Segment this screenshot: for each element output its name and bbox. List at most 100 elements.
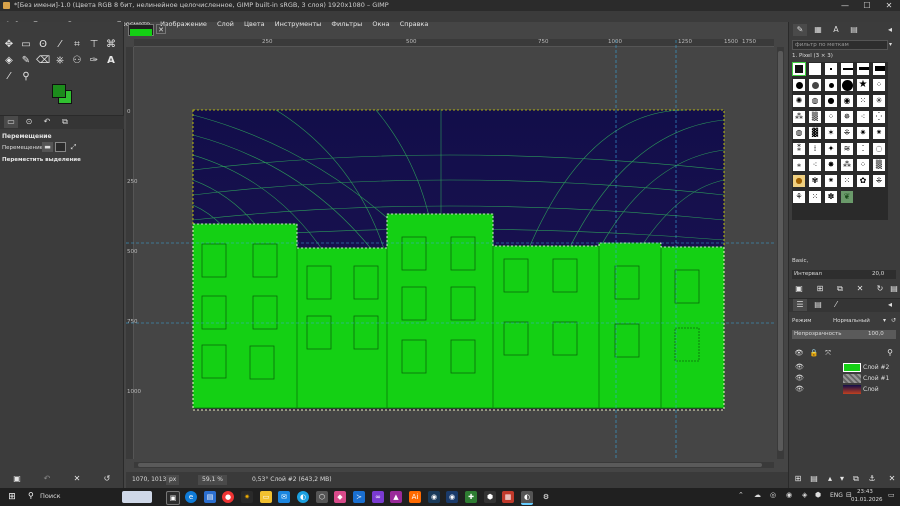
menu-windows[interactable]: Окна: [372, 19, 389, 30]
warp-icon[interactable]: ⌘: [104, 38, 118, 52]
brush-pixel-selected[interactable]: [792, 62, 806, 76]
paths-tab-icon[interactable]: ⁄: [829, 299, 843, 311]
rect-select-icon[interactable]: ▭: [19, 38, 33, 52]
layer-visibility-icon[interactable]: 👁: [795, 384, 804, 395]
horizontal-scroll-thumb[interactable]: [138, 463, 762, 467]
duplicate-brush-icon[interactable]: ⧉: [833, 282, 847, 296]
transform-icon[interactable]: ⊤: [87, 38, 101, 52]
menu-colors[interactable]: Цвета: [244, 19, 265, 30]
windows-start-icon[interactable]: ⊞: [6, 491, 18, 503]
brush-item[interactable]: [808, 78, 822, 92]
layer-row[interactable]: 👁 Слой #2: [791, 362, 899, 373]
brush-item[interactable]: ⁕: [872, 126, 886, 140]
documents-tab-icon[interactable]: ▤: [847, 24, 861, 36]
task-view-icon[interactable]: ▣: [166, 491, 180, 505]
menu-layer[interactable]: Слой: [217, 19, 234, 30]
brush-grid[interactable]: ★ ⁘ ✺ ◍ ● ◉ ⁙ ✳ ⁂ ▒ ⁘ ✵ ⁖ ⁛ ◍ ▓ ✶ ⁜ ✷ ⁕ …: [792, 62, 888, 220]
brush-edit-icon[interactable]: ▣: [792, 282, 806, 296]
app-pink-icon[interactable]: ◆: [334, 491, 346, 503]
brush-item[interactable]: [872, 62, 886, 76]
tray-app3-icon[interactable]: ◈: [802, 491, 807, 499]
brushes-tab-icon[interactable]: ✎: [793, 24, 807, 36]
spacing-slider[interactable]: Интервал 20,0: [792, 270, 896, 279]
bucket-fill-icon[interactable]: ◈: [2, 54, 16, 68]
lock-position-icon[interactable]: 🔒: [807, 346, 821, 360]
brush-item[interactable]: ⚘: [792, 190, 806, 204]
image-tab-close-icon[interactable]: ✕: [156, 24, 166, 34]
brush-item[interactable]: [824, 78, 838, 92]
weather-widget-icon[interactable]: [122, 491, 152, 503]
brush-item[interactable]: ⁙: [856, 94, 870, 108]
brush-item[interactable]: [840, 62, 854, 76]
brush-item[interactable]: ✽: [824, 190, 838, 204]
menu-tools[interactable]: Инструменты: [275, 19, 322, 30]
brush-item[interactable]: ✷: [856, 126, 870, 140]
zoom-icon[interactable]: ⚲: [19, 70, 33, 84]
menu-image[interactable]: Изображение: [160, 19, 207, 30]
maximize-button[interactable]: ☐: [856, 0, 878, 11]
restore-options-icon[interactable]: ↶: [40, 472, 54, 486]
zoom-select[interactable]: 59,1 %: [198, 475, 227, 485]
brush-item[interactable]: [856, 62, 870, 76]
brush-item[interactable]: ⁘: [856, 158, 870, 172]
messenger-icon[interactable]: ◐: [297, 491, 309, 503]
brush-item[interactable]: ⁂: [840, 158, 854, 172]
brush-item[interactable]: ✾: [808, 174, 822, 188]
brush-item[interactable]: ✳: [872, 94, 886, 108]
brush-item[interactable]: ●: [824, 94, 838, 108]
minimize-button[interactable]: —: [834, 0, 856, 11]
duplicate-layer-icon[interactable]: ⧉: [849, 472, 863, 486]
anchor-layer-icon[interactable]: ⚓: [865, 472, 879, 486]
layers-menu-icon[interactable]: ◂: [883, 299, 897, 311]
layer-row[interactable]: 👁 Слой: [791, 384, 899, 395]
app-icon[interactable]: ⬡: [316, 491, 328, 503]
delete-layer-icon[interactable]: ✕: [885, 472, 899, 486]
reset-options-icon[interactable]: ↺: [100, 472, 114, 486]
dock-menu-icon[interactable]: ◂: [883, 24, 897, 36]
brush-item[interactable]: ❦: [840, 190, 854, 204]
undo-history-tab-icon[interactable]: ↶: [40, 116, 54, 128]
new-layer-icon[interactable]: ⊞: [791, 472, 805, 486]
vertical-scroll-thumb[interactable]: [778, 51, 783, 451]
brush-item[interactable]: ✿: [856, 174, 870, 188]
move-selection-icon[interactable]: [55, 142, 66, 152]
taskbar-search[interactable]: ⚲ Поиск: [26, 490, 116, 504]
images-tab-icon[interactable]: ⧉: [58, 116, 72, 128]
brush-filter-input[interactable]: фильтр по меткам: [792, 40, 888, 50]
tool-options-tab-icon[interactable]: ▭: [4, 116, 18, 128]
visual-studio-icon[interactable]: ∞: [372, 491, 384, 503]
path-icon[interactable]: ✑: [87, 54, 101, 68]
photos-icon[interactable]: ✷: [241, 491, 253, 503]
steam-icon[interactable]: ◉: [428, 491, 440, 503]
tray-app4-icon[interactable]: ⬢: [815, 491, 821, 499]
chrome-icon[interactable]: ●: [222, 491, 234, 503]
eraser-icon[interactable]: ⌫: [36, 54, 50, 68]
cloud-icon[interactable]: ☁: [754, 491, 761, 499]
tray-app-icon[interactable]: ◎: [770, 491, 776, 499]
lock-alpha-icon[interactable]: ⤧: [821, 346, 835, 360]
channels-tab-icon[interactable]: ▤: [811, 299, 825, 311]
foreground-color-swatch[interactable]: [52, 84, 66, 98]
mode-select[interactable]: Нормальный: [833, 317, 883, 326]
lock-pixels-icon[interactable]: 👁: [792, 346, 806, 360]
brush-item[interactable]: ⁙: [808, 190, 822, 204]
brush-item[interactable]: ⁘: [824, 110, 838, 124]
brush-item[interactable]: ✵: [840, 110, 854, 124]
unit-select[interactable]: px: [166, 475, 180, 485]
move-path-icon[interactable]: ⤢: [68, 142, 79, 152]
brush-item[interactable]: [840, 78, 854, 92]
delete-brush-icon[interactable]: ✕: [853, 282, 867, 296]
brush-item[interactable]: ✺: [792, 94, 806, 108]
notification-icon[interactable]: ▭: [888, 491, 895, 499]
crop-icon[interactable]: ⌗: [70, 38, 84, 52]
opacity-slider[interactable]: Непрозрачность 100,0: [792, 330, 896, 339]
text-tool-icon[interactable]: A: [104, 54, 118, 68]
brush-item[interactable]: ◍: [808, 94, 822, 108]
mode-dropdown-icon[interactable]: ▾: [883, 317, 886, 324]
filter-dropdown-icon[interactable]: ▾: [889, 40, 897, 50]
move-layer-icon[interactable]: ▬: [42, 142, 53, 152]
gimp-taskbar-icon[interactable]: ◐: [521, 491, 533, 505]
menu-filters[interactable]: Фильтры: [331, 19, 362, 30]
brush-item[interactable]: ⁚: [856, 142, 870, 156]
brush-item[interactable]: ⁕: [824, 174, 838, 188]
